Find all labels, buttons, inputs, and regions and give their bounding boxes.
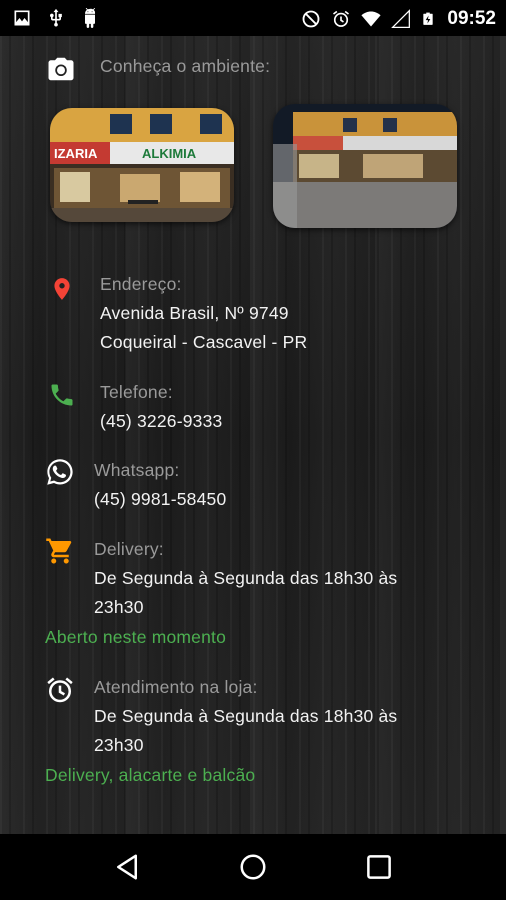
cell-signal-icon <box>391 9 411 28</box>
whatsapp-number[interactable]: (45) 9981-58450 <box>94 485 226 514</box>
do-not-disturb-icon <box>302 10 320 28</box>
recents-button[interactable] <box>364 852 394 882</box>
atendimento-hours-line-2: 23h30 <box>94 735 144 755</box>
atendimento-services-note: Delivery, alacarte e balcão <box>45 765 256 785</box>
location-pin-icon[interactable] <box>49 274 75 304</box>
battery-charging-icon <box>423 12 434 25</box>
facade-sign-left: IZARIA <box>54 146 98 161</box>
phone-icon[interactable] <box>48 381 76 409</box>
delivery-hours-line-2: 23h30 <box>94 597 144 617</box>
navigation-bar <box>0 834 506 900</box>
ambiente-label: Conheça o ambiente: <box>100 56 271 76</box>
telefone-label: Telefone: <box>100 382 173 402</box>
atendimento-hours-line-1: De Segunda à Segunda das 18h30 às <box>94 706 398 726</box>
whatsapp-label: Whatsapp: <box>94 460 180 480</box>
atendimento-label: Atendimento na loja: <box>94 677 258 697</box>
restaurant-facade-image: IZARIA ALKIMIA <box>50 108 234 222</box>
ambiente-photo-2[interactable] <box>273 104 457 228</box>
wifi-icon <box>361 11 381 27</box>
back-button[interactable] <box>112 852 142 882</box>
address-line-2[interactable]: Coqueiral - Cascavel - PR <box>100 328 307 357</box>
android-icon <box>85 8 96 28</box>
restaurant-exterior-image <box>273 104 457 228</box>
store-info-content[interactable]: Conheça o ambiente: IZARIA ALKIMIA Ender… <box>0 36 506 834</box>
delivery-label: Delivery: <box>94 539 164 559</box>
image-notification-icon <box>14 10 30 26</box>
endereco-label: Endereço: <box>100 274 182 294</box>
telefone-number[interactable]: (45) 3226-9333 <box>100 407 222 436</box>
ambiente-photo-1[interactable]: IZARIA ALKIMIA <box>50 108 234 222</box>
status-bar: 09:52 <box>0 0 506 36</box>
facade-sign-right: ALKIMIA <box>142 146 197 161</box>
delivery-hours-line-1: De Segunda à Segunda das 18h30 às <box>94 568 398 588</box>
address-line-1[interactable]: Avenida Brasil, Nº 9749 <box>100 299 289 328</box>
home-button[interactable] <box>238 852 268 882</box>
usb-icon <box>50 8 62 27</box>
whatsapp-icon[interactable] <box>45 457 75 487</box>
camera-icon <box>48 57 74 81</box>
clock: 09:52 <box>447 8 496 29</box>
delivery-open-status: Aberto neste momento <box>45 627 227 647</box>
shopping-cart-icon <box>46 538 72 564</box>
alarm-clock-icon <box>47 677 73 703</box>
alarm-icon <box>333 10 350 27</box>
